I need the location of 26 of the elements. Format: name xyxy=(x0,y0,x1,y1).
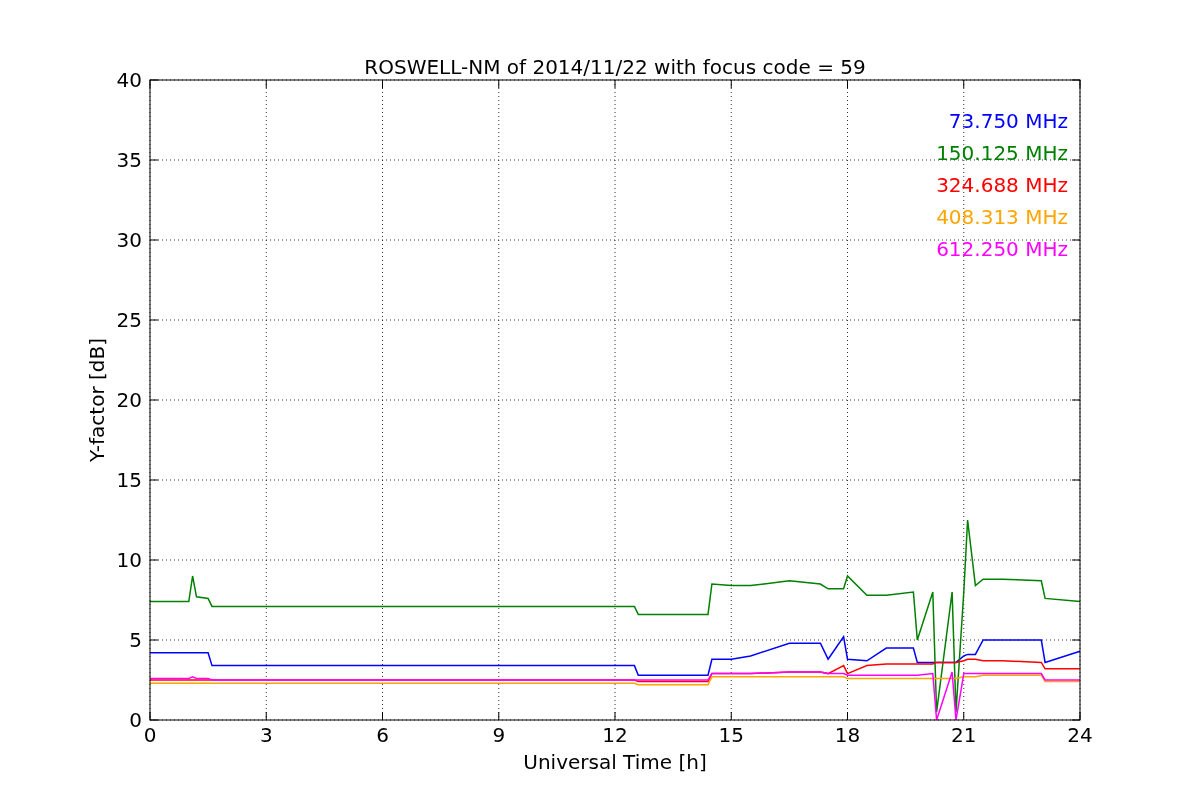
x-tick-label: 24 xyxy=(1067,723,1093,747)
x-tick-label: 9 xyxy=(492,723,506,747)
x-axis-label: Universal Time [h] xyxy=(523,750,707,774)
x-tick-label: 21 xyxy=(951,723,977,747)
x-tick-label: 18 xyxy=(834,723,861,747)
x-tick-label: 12 xyxy=(602,723,628,747)
x-tick-label: 6 xyxy=(376,723,389,747)
legend-label: 324.688 MHz xyxy=(936,173,1068,197)
y-tick-label: 0 xyxy=(129,708,142,732)
y-tick-label: 20 xyxy=(116,388,142,412)
legend-label: 73.750 MHz xyxy=(948,109,1068,133)
chart-title: ROSWELL-NM of 2014/11/22 with focus code = 59 xyxy=(364,55,866,79)
y-axis-label: Y-factor [dB] xyxy=(85,338,109,462)
y-tick-label: 30 xyxy=(116,228,142,252)
legend-label: 408.313 MHz xyxy=(936,205,1068,229)
y-tick-label: 5 xyxy=(129,628,142,652)
legend-label: 150.125 MHz xyxy=(936,141,1068,165)
y-tick-label: 35 xyxy=(116,148,142,172)
x-tick-label: 3 xyxy=(259,723,273,747)
y-tick-label: 25 xyxy=(116,308,142,332)
x-tick-label: 0 xyxy=(143,723,157,747)
y-tick-label: 10 xyxy=(116,548,142,572)
x-tick-label: 15 xyxy=(718,723,744,747)
y-tick-label: 40 xyxy=(116,68,142,92)
y-tick-label: 15 xyxy=(116,468,142,492)
legend-label: 612.250 MHz xyxy=(936,237,1068,261)
